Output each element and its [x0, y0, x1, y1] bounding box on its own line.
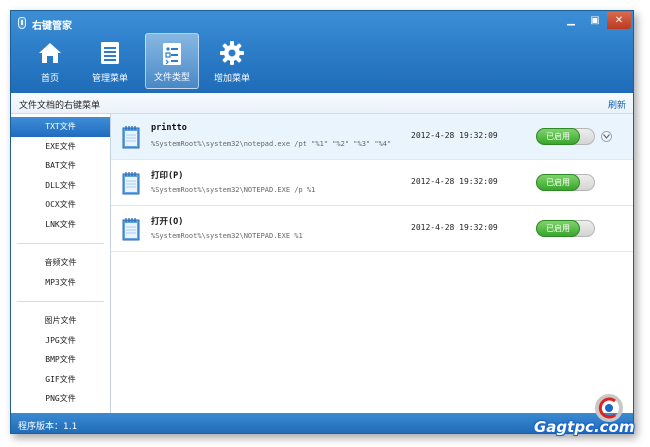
- sidebar-divider: [17, 301, 104, 302]
- menu-entry-list: printto %SystemRoot%\system32\notepad.ex…: [111, 114, 633, 413]
- entry-time: 2012-4-28 19:32:09: [411, 131, 498, 140]
- app-title: 右键管家: [32, 21, 72, 32]
- enabled-toggle[interactable]: 已启用: [536, 128, 595, 145]
- sidebar-item-png[interactable]: PNG文件: [11, 389, 110, 409]
- entry-name: 打开(O): [151, 217, 184, 227]
- enabled-toggle-label: 已启用: [536, 220, 580, 237]
- entry-command: %SystemRoot%\system32\NOTEPAD.EXE %1: [151, 232, 303, 240]
- home-icon: [39, 43, 61, 63]
- notepad-icon: [122, 126, 140, 149]
- entry-command: %SystemRoot%\system32\NOTEPAD.EXE /p %1: [151, 186, 316, 194]
- refresh-link[interactable]: 刷新: [608, 98, 626, 111]
- tab-file-type-label: 文件类型: [153, 73, 190, 83]
- site-watermark: Gagtpc.com: [528, 391, 648, 443]
- entry-time: 2012-4-28 19:32:09: [411, 223, 498, 232]
- entry-name: printto: [151, 123, 187, 133]
- sidebar-item-audio[interactable]: 音频文件: [11, 253, 110, 273]
- sidebar-item-exe[interactable]: EXE文件: [11, 137, 110, 157]
- enabled-toggle[interactable]: 已启用: [536, 174, 595, 191]
- sidebar-item-bmp[interactable]: BMP文件: [11, 350, 110, 370]
- toolbar: 首页 管理菜单 文件类型 增加菜单: [21, 33, 263, 89]
- tab-home[interactable]: 首页: [21, 33, 79, 89]
- minimize-button[interactable]: ▁: [559, 12, 583, 29]
- sidebar-item-gif[interactable]: GIF文件: [11, 370, 110, 390]
- sidebar-item-dll[interactable]: DLL文件: [11, 176, 110, 196]
- app-logo-icon: [18, 17, 26, 29]
- gear-icon: [220, 41, 244, 65]
- enabled-toggle[interactable]: 已启用: [536, 220, 595, 237]
- tab-manage-menu[interactable]: 管理菜单: [81, 33, 139, 89]
- notepad-icon: [122, 172, 140, 195]
- tab-file-type[interactable]: 文件类型: [145, 33, 199, 89]
- app-window: 右键管家 ▁ ▣ ✕ 首页 管理菜单 文件类型 增加菜单 文件文档的右键菜单 刷…: [10, 10, 634, 434]
- entry-name: 打印(P): [151, 171, 184, 181]
- list-item[interactable]: 打开(O) %SystemRoot%\system32\NOTEPAD.EXE …: [111, 206, 633, 252]
- sidebar-item-ocx[interactable]: OCX文件: [11, 195, 110, 215]
- tab-add-menu[interactable]: 增加菜单: [203, 33, 261, 89]
- enabled-toggle-label: 已启用: [536, 174, 580, 191]
- watermark-text: Gagtpc.com: [534, 418, 635, 436]
- section-header: 文件文档的右键菜单 刷新: [11, 93, 633, 114]
- title-bar[interactable]: 右键管家 ▁ ▣ ✕: [11, 11, 633, 35]
- sidebar-item-mp3[interactable]: MP3文件: [11, 273, 110, 293]
- sidebar-item-image[interactable]: 图片文件: [11, 311, 110, 331]
- file-type-sidebar: TXT文件 EXE文件 BAT文件 DLL文件 OCX文件 LNK文件 音频文件…: [11, 114, 111, 413]
- entry-time: 2012-4-28 19:32:09: [411, 177, 498, 186]
- list-item[interactable]: 打印(P) %SystemRoot%\system32\NOTEPAD.EXE …: [111, 160, 633, 206]
- file-type-icon: [163, 43, 181, 65]
- sidebar-item-txt[interactable]: TXT文件: [11, 117, 110, 137]
- tab-add-menu-label: 增加菜单: [213, 74, 250, 84]
- header: 右键管家 ▁ ▣ ✕ 首页 管理菜单 文件类型 增加菜单: [11, 11, 633, 93]
- list-item[interactable]: printto %SystemRoot%\system32\notepad.ex…: [111, 114, 633, 160]
- window-controls: ▁ ▣ ✕: [559, 12, 631, 29]
- sidebar-item-lnk[interactable]: LNK文件: [11, 215, 110, 235]
- version-text: 程序版本：1.1: [18, 422, 78, 432]
- entry-command: %SystemRoot%\system32\notepad.exe /pt "%…: [151, 140, 392, 148]
- sidebar-item-jpg[interactable]: JPG文件: [11, 331, 110, 351]
- close-button[interactable]: ✕: [607, 12, 631, 29]
- notepad-icon: [122, 218, 140, 241]
- sidebar-item-bat[interactable]: BAT文件: [11, 156, 110, 176]
- tab-manage-menu-label: 管理菜单: [91, 74, 128, 84]
- maximize-button[interactable]: ▣: [583, 12, 607, 29]
- enabled-toggle-label: 已启用: [536, 128, 580, 145]
- sidebar-divider: [17, 243, 104, 244]
- tab-home-label: 首页: [40, 74, 59, 84]
- chevron-down-icon[interactable]: [601, 131, 612, 142]
- menu-list-icon: [101, 42, 119, 64]
- section-title: 文件文档的右键菜单: [19, 101, 101, 111]
